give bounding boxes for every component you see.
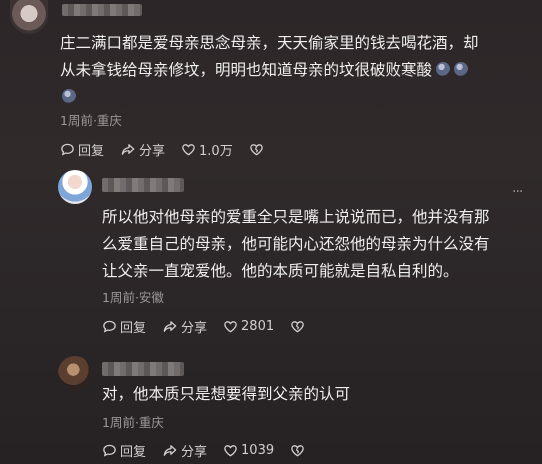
share-label: 分享 — [181, 321, 208, 336]
share-button[interactable]: 分享 — [162, 441, 207, 460]
username-blurred[interactable] — [102, 178, 184, 192]
share-arrow-icon — [163, 445, 177, 456]
heart-icon — [224, 445, 237, 457]
comment-line: 让父亲一直宠爱他。他的本质可能就是自私自利的。 — [102, 262, 459, 280]
comment-line: 么爱重自己的母亲，他可能内心还怨他的母亲为什么没有 — [102, 235, 490, 253]
dislike-button[interactable] — [290, 443, 308, 458]
comment-meta: 1周前·重庆 — [102, 415, 164, 430]
like-count: 1.0万 — [199, 144, 233, 159]
share-arrow-icon — [163, 321, 177, 332]
more-dots-icon[interactable]: ··· — [512, 184, 523, 200]
comment-line — [60, 84, 532, 111]
reply-button[interactable]: 回复 — [60, 140, 104, 159]
comment-actions: 回复 分享 1.0万 — [60, 140, 267, 159]
like-count: 1039 — [241, 443, 275, 458]
comment-bubble-icon — [103, 444, 116, 457]
username-blurred[interactable] — [102, 362, 184, 376]
comment-meta: 1周前·重庆 — [60, 113, 122, 128]
comment-line: 从未拿钱给母亲修坟，明明也知道母亲的坟很破败寒酸 — [60, 57, 532, 84]
dislike-button[interactable] — [249, 142, 267, 157]
comment-actions: 回复 分享 2801 — [102, 317, 308, 336]
reply-label: 回复 — [120, 321, 147, 336]
heart-icon — [224, 321, 237, 333]
comment-actions: 回复 分享 1039 — [102, 441, 308, 460]
avatar[interactable] — [10, 0, 48, 34]
like-button[interactable]: 1039 — [223, 443, 274, 458]
share-button[interactable]: 分享 — [162, 317, 207, 336]
comment-text: 所以他对他母亲的爱重全只是嘴上说说而已，他并没有那 么爱重自己的母亲，他可能内心… — [102, 204, 532, 285]
broken-heart-icon — [249, 144, 263, 156]
reply-button[interactable]: 回复 — [102, 317, 146, 336]
comment-line: 所以他对他母亲的爱重全只是嘴上说说而已，他并没有那 — [102, 208, 490, 226]
share-label: 分享 — [181, 445, 208, 460]
comment-line-text: 从未拿钱给母亲修坟，明明也知道母亲的坟很破败寒酸 — [60, 61, 433, 79]
reply-button[interactable]: 回复 — [102, 441, 146, 460]
avatar[interactable] — [58, 170, 92, 204]
avatar[interactable] — [58, 356, 92, 390]
share-arrow-icon — [121, 144, 135, 155]
comment-meta: 1周前·安徽 — [102, 290, 164, 305]
comment-text: 庄二满口都是爱母亲思念母亲，天天偷家里的钱去喝花酒，却 从未拿钱给母亲修坟，明明… — [60, 30, 532, 111]
emoji-icon — [62, 89, 76, 103]
like-count: 2801 — [241, 319, 275, 334]
comment-bubble-icon — [61, 143, 74, 156]
broken-heart-icon — [291, 321, 304, 333]
reply-label: 回复 — [78, 144, 105, 159]
comment-line: 庄二满口都是爱母亲思念母亲，天天偷家里的钱去喝花酒，却 — [60, 34, 479, 52]
dislike-button[interactable] — [290, 319, 308, 334]
like-button[interactable]: 1.0万 — [181, 140, 233, 159]
heart-icon — [182, 144, 195, 156]
comment-line: 对，他本质只是想要得到父亲的认可 — [102, 385, 351, 403]
emoji-icon — [436, 62, 451, 76]
share-button[interactable]: 分享 — [120, 140, 165, 159]
emoji-icon — [454, 62, 469, 76]
comment-text: 对，他本质只是想要得到父亲的认可 — [102, 381, 532, 408]
comment-bubble-icon — [103, 320, 116, 333]
share-label: 分享 — [139, 144, 166, 159]
reply-label: 回复 — [120, 445, 147, 460]
username-blurred[interactable] — [62, 4, 142, 16]
broken-heart-icon — [291, 445, 304, 457]
like-button[interactable]: 2801 — [223, 319, 274, 334]
